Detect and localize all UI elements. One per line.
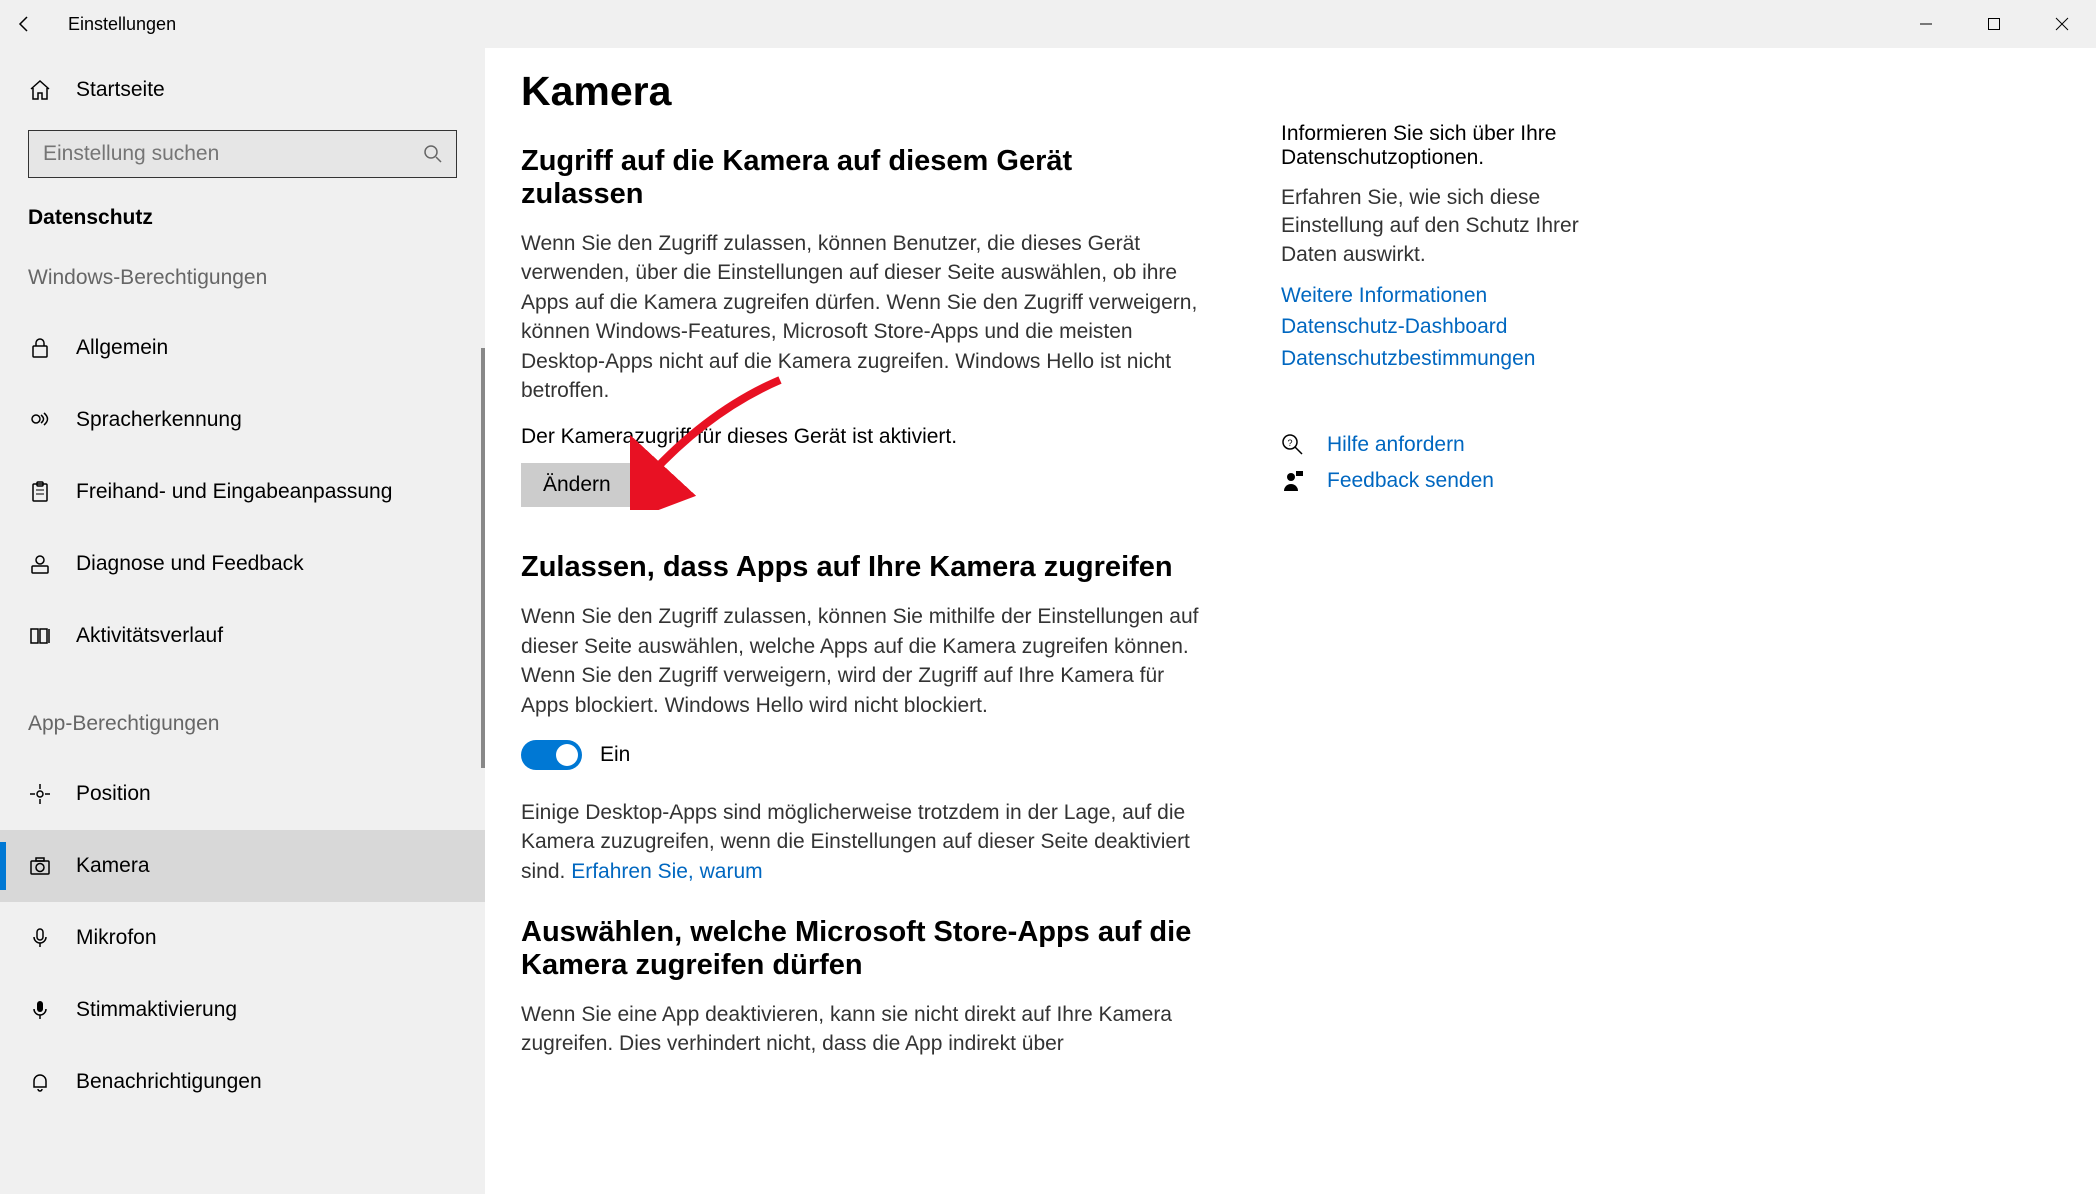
nav-label: Mikrofon [76,926,157,950]
help-icon: ? [1281,433,1305,457]
section2-note: Einige Desktop-Apps sind möglicherweise … [521,798,1201,886]
speech-icon [28,409,52,431]
notifications-icon [28,1071,52,1093]
nav-label: Benachrichtigungen [76,1070,262,1094]
nav-label: Spracherkennung [76,408,242,432]
apps-camera-toggle[interactable] [521,740,582,770]
section3-title: Auswählen, welche Microsoft Store-Apps a… [521,916,1201,982]
nav-label: Aktivitätsverlauf [76,624,223,648]
lock-icon [28,337,52,359]
voice-icon [28,999,52,1021]
nav-item-stimmaktivierung[interactable]: Stimmaktivierung [0,974,485,1046]
microphone-icon [28,927,52,949]
nav-item-aktivitaet[interactable]: Aktivitätsverlauf [0,600,485,672]
nav-item-mikrofon[interactable]: Mikrofon [0,902,485,974]
aside-text: Erfahren Sie, wie sich diese Einstellung… [1281,184,1631,269]
location-icon [28,783,52,805]
nav-label: Allgemein [76,336,168,360]
content-aside: Informieren Sie sich über Ihre Datenschu… [1281,68,1631,1194]
sidebar: Startseite Datenschutz Windows-Berechtig… [0,48,485,1194]
window-title: Einstellungen [68,14,176,35]
home-icon [28,78,52,102]
history-icon [28,625,52,647]
link-privacy-dashboard[interactable]: Datenschutz-Dashboard [1281,312,1631,341]
nav-item-benachrichtigungen[interactable]: Benachrichtigungen [0,1046,485,1118]
section1-text: Wenn Sie den Zugriff zulassen, können Be… [521,229,1201,405]
minimize-button[interactable] [1892,0,1960,48]
clipboard-icon [28,481,52,503]
nav-label: Position [76,782,151,806]
sidebar-scrollbar[interactable] [481,348,485,768]
section1-title: Zugriff auf die Kamera auf diesem Gerät … [521,145,1201,211]
search-box [28,130,457,178]
group-app-permissions: App-Berechtigungen [0,712,485,736]
nav-label: Kamera [76,854,150,878]
home-label: Startseite [76,78,165,102]
link-more-info[interactable]: Weitere Informationen [1281,281,1631,310]
feedback-person-icon [1281,469,1305,493]
nav-label: Freihand- und Eingabeanpassung [76,480,392,504]
aside-heading: Informieren Sie sich über Ihre Datenschu… [1281,122,1631,170]
feedback-icon [28,553,52,575]
camera-access-status: Der Kamerazugriff für dieses Gerät ist a… [521,425,1201,449]
nav-item-position[interactable]: Position [0,758,485,830]
close-button[interactable] [2028,0,2096,48]
toggle-label: Ein [600,743,630,767]
group-windows-permissions: Windows-Berechtigungen [0,266,485,290]
content-main: Kamera Zugriff auf die Kamera auf diesem… [521,68,1201,1194]
nav-item-spracherkennung[interactable]: Spracherkennung [0,384,485,456]
home-nav[interactable]: Startseite [28,78,457,102]
camera-icon [28,855,52,877]
page-title: Kamera [521,68,1201,115]
nav-label: Diagnose und Feedback [76,552,304,576]
nav-label: Stimmaktivierung [76,998,237,1022]
category-title: Datenschutz [28,206,457,230]
svg-text:?: ? [1287,438,1292,448]
nav-item-kamera[interactable]: Kamera [0,830,485,902]
nav-item-diagnose[interactable]: Diagnose und Feedback [0,528,485,600]
section2-text: Wenn Sie den Zugriff zulassen, können Si… [521,602,1201,720]
section3-text: Wenn Sie eine App deaktivieren, kann sie… [521,1000,1201,1059]
learn-why-link[interactable]: Erfahren Sie, warum [571,860,762,883]
maximize-button[interactable] [1960,0,2028,48]
help-link[interactable]: Hilfe anfordern [1327,433,1465,457]
section2-title: Zulassen, dass Apps auf Ihre Kamera zugr… [521,551,1201,584]
feedback-link[interactable]: Feedback senden [1327,469,1494,493]
titlebar: Einstellungen [0,0,2096,48]
search-input[interactable] [28,130,457,178]
link-privacy-statement[interactable]: Datenschutzbestimmungen [1281,344,1631,373]
nav-item-freihand[interactable]: Freihand- und Eingabeanpassung [0,456,485,528]
change-button[interactable]: Ändern [521,463,633,507]
nav-item-allgemein[interactable]: Allgemein [0,312,485,384]
search-icon [423,144,443,164]
back-button[interactable] [0,0,48,48]
